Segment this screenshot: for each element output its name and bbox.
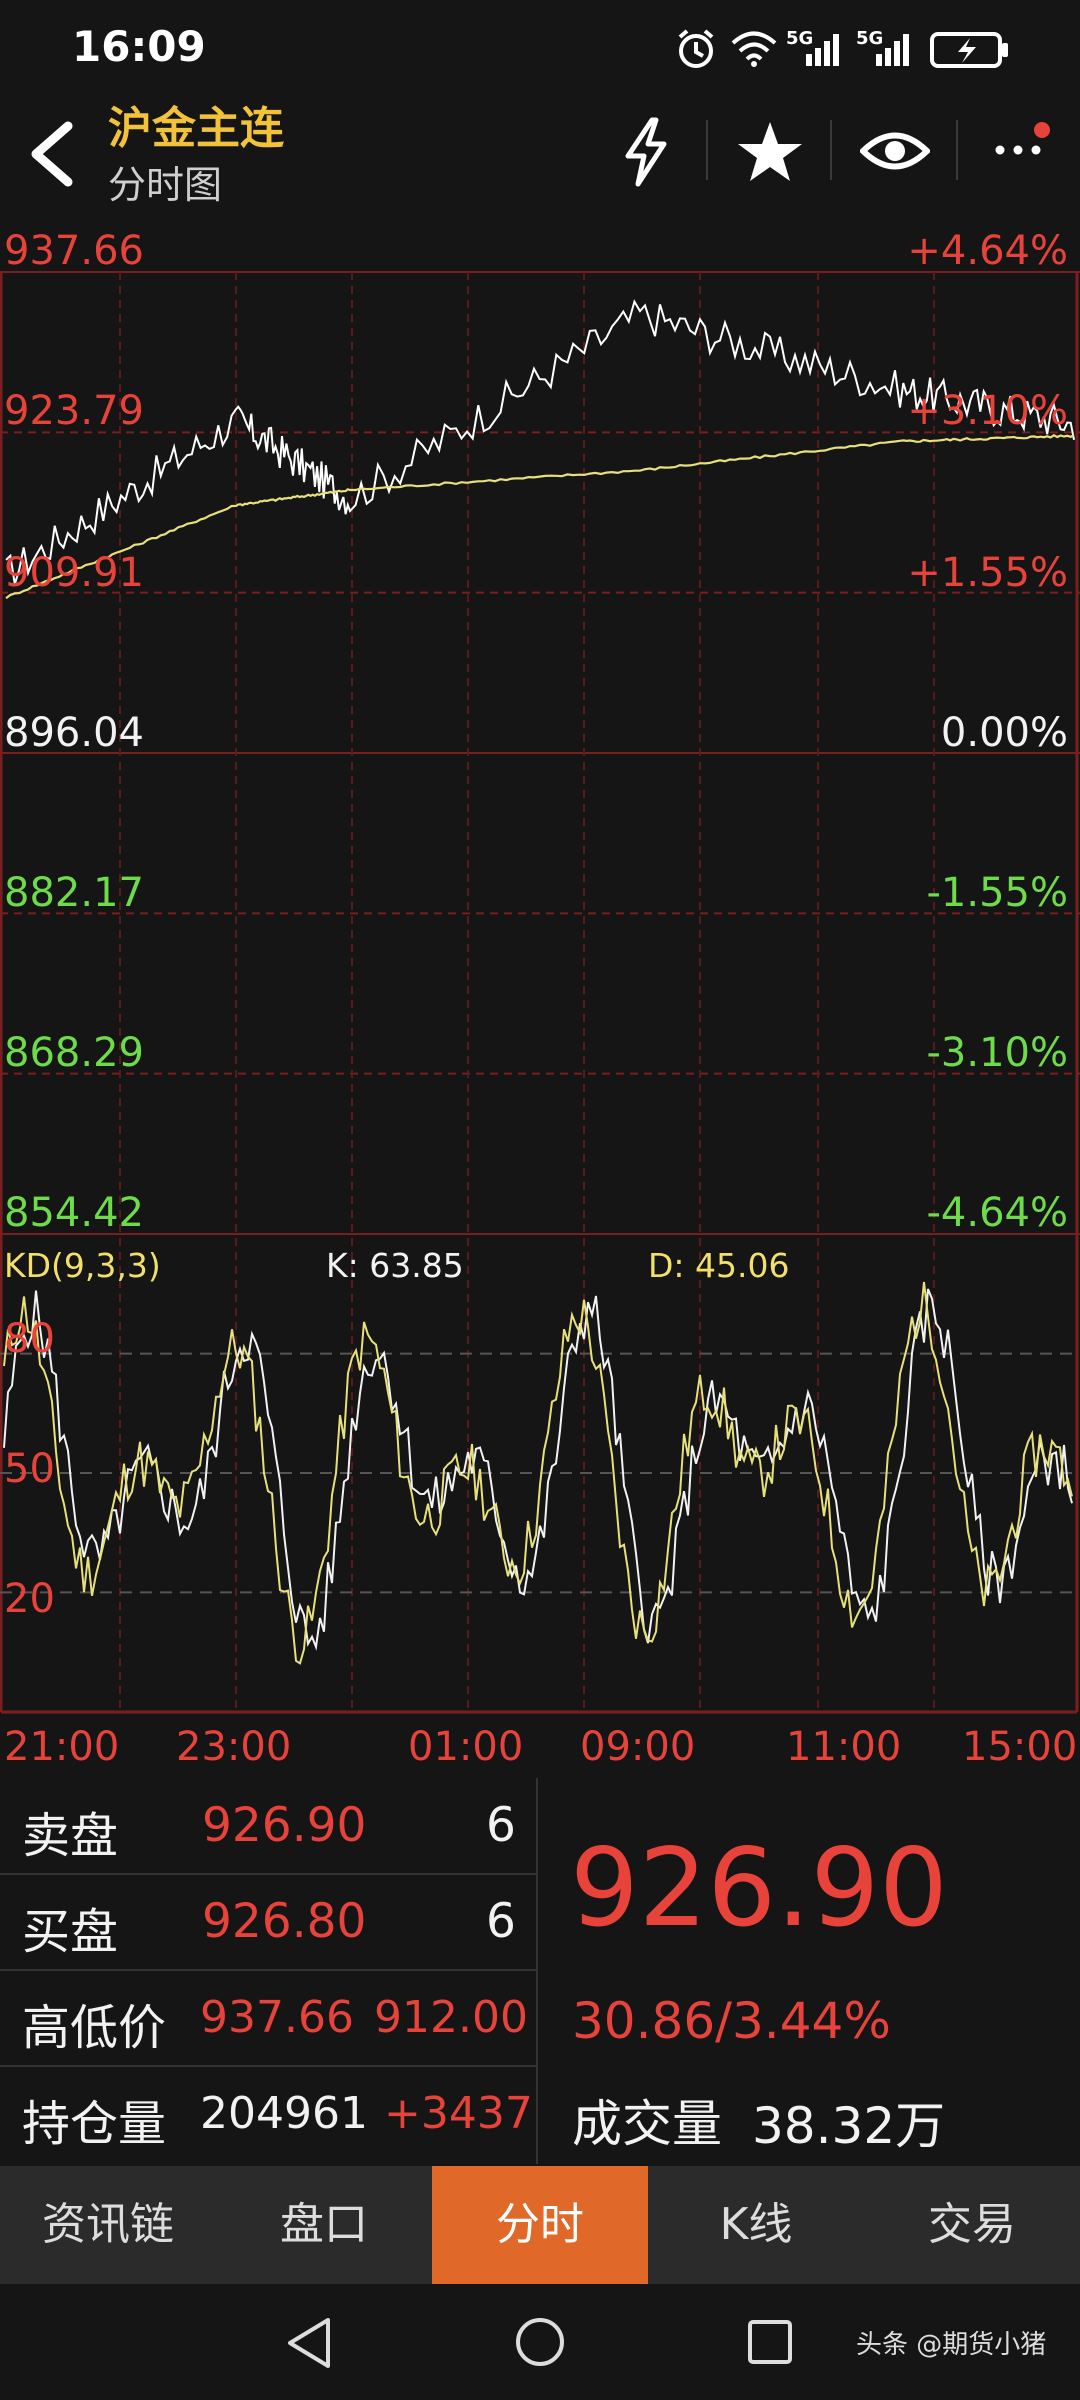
star-icon[interactable] — [736, 120, 804, 184]
header-divider — [956, 120, 958, 180]
time-axis-label: 01:00 — [408, 1724, 524, 1770]
price-axis-label: 868.29 — [4, 1030, 144, 1076]
kd-level-label: 20 — [4, 1576, 55, 1622]
tab-trade[interactable]: 交易 — [864, 2166, 1080, 2284]
lightning-icon[interactable] — [618, 116, 674, 188]
percent-axis-label: +4.64% — [907, 228, 1068, 274]
kd-grid — [0, 1352, 1080, 1594]
kd-level-label: 50 — [4, 1446, 55, 1492]
high-price: 937.66 — [200, 1992, 354, 2043]
alarm-icon — [678, 29, 714, 68]
signal-icon-2 — [876, 34, 909, 66]
kd-indicator-label[interactable]: KD(9,3,3) — [4, 1246, 161, 1285]
percent-axis-label: +3.10% — [907, 388, 1068, 434]
bid-price: 926.80 — [202, 1894, 367, 1949]
tab-order-book[interactable]: 盘口 — [216, 2166, 432, 2284]
eye-icon[interactable] — [860, 126, 930, 176]
header-divider — [830, 120, 832, 180]
volume-value: 38.32万 — [752, 2097, 946, 2155]
open-interest-change: +3437 — [384, 2088, 533, 2139]
percent-axis-label: +1.55% — [907, 550, 1068, 596]
percent-axis-label: -1.55% — [926, 870, 1068, 916]
clock: 16:09 — [72, 22, 206, 71]
wifi-icon — [731, 31, 777, 67]
signal-icon-1 — [806, 34, 839, 66]
percent-axis-label: -3.10% — [926, 1030, 1068, 1076]
open-interest: 204961 — [200, 2088, 368, 2139]
last-price: 926.90 — [570, 1826, 948, 1951]
time-axis-label: 09:00 — [580, 1724, 696, 1770]
percent-axis-label: 0.00% — [940, 710, 1068, 756]
time-axis-label: 11:00 — [786, 1724, 902, 1770]
price-axis-label: 923.79 — [4, 388, 144, 434]
nav-recents-icon[interactable] — [744, 2316, 796, 2368]
kd-level-label: 80 — [4, 1316, 55, 1362]
chart-canvas — [0, 271, 1080, 1714]
high-low-label: 高低价 — [22, 2000, 167, 2056]
tab-news-chain[interactable]: 资讯链 — [0, 2166, 216, 2284]
price-series-line — [5, 299, 1075, 585]
quote-panel: 卖盘 926.90 6 买盘 926.80 6 高低价 937.66 912.0… — [0, 1778, 1080, 2164]
bottom-tab-bar: 资讯链 盘口 分时 K线 交易 — [0, 2166, 1080, 2284]
nav-back-icon[interactable] — [282, 2314, 336, 2372]
open-interest-label: 持仓量 — [22, 2096, 167, 2152]
price-axis-label: 937.66 — [4, 228, 144, 274]
ask-volume: 6 — [486, 1798, 516, 1853]
ask-price: 926.90 — [202, 1798, 367, 1853]
intraday-chart[interactable]: 937.66 923.79 909.91 896.04 882.17 868.2… — [0, 216, 1080, 1776]
header-divider — [706, 120, 708, 180]
tab-intraday[interactable]: 分时 — [432, 2166, 648, 2284]
kd-d-value: D: 45.06 — [648, 1246, 790, 1285]
time-axis-label: 23:00 — [176, 1724, 292, 1770]
kd-k-value: K: 63.85 — [326, 1246, 464, 1285]
price-change: 30.86/3.44% — [572, 1992, 891, 2050]
price-axis-label: 909.91 — [4, 550, 144, 596]
bid-label: 买盘 — [22, 1904, 119, 1960]
price-axis-label: 854.42 — [4, 1190, 144, 1236]
page-title: 沪金主连 — [108, 103, 284, 154]
page-subtitle: 分时图 — [108, 163, 223, 207]
battery-icon — [930, 32, 1008, 68]
more-icon[interactable] — [990, 116, 1054, 176]
percent-axis-label: -4.64% — [926, 1190, 1068, 1236]
tab-kline[interactable]: K线 — [648, 2166, 864, 2284]
nav-home-icon[interactable] — [512, 2314, 568, 2370]
watermark: 头条 @期货小猪 — [856, 2330, 1047, 2360]
back-arrow-icon[interactable] — [24, 118, 80, 190]
bid-volume: 6 — [486, 1894, 516, 1949]
status-bar: 16:09 5G 5G — [0, 0, 1080, 100]
low-price: 912.00 — [374, 1992, 528, 2043]
system-nav-bar: 头条 @期货小猪 — [0, 2284, 1080, 2400]
price-axis-label: 896.04 — [4, 710, 144, 756]
price-axis-label: 882.17 — [4, 870, 144, 916]
time-axis-label: 21:00 — [4, 1724, 120, 1770]
time-axis-label: 15:00 — [962, 1724, 1078, 1770]
ask-label: 卖盘 — [22, 1808, 119, 1864]
volume-label: 成交量 — [572, 2095, 722, 2153]
